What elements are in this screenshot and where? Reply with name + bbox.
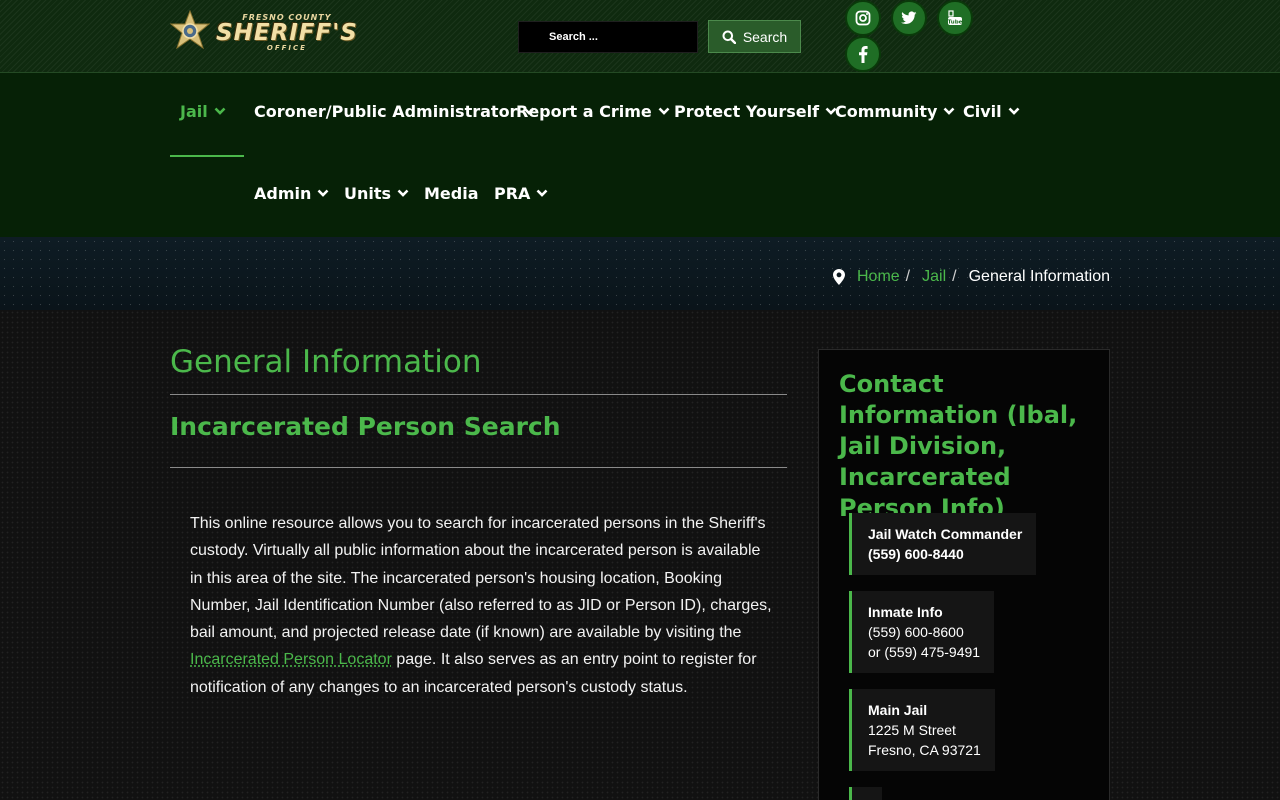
contact-card-address-city: Fresno, CA 93721	[868, 742, 981, 758]
contact-card-heading: Inmate Info	[868, 604, 943, 620]
chevron-down-icon	[944, 107, 955, 115]
chevron-down-icon	[317, 189, 329, 197]
chevron-down-icon	[397, 189, 409, 197]
twitter-button[interactable]	[891, 0, 927, 36]
nav-label: Report a Crime	[516, 101, 652, 121]
search-icon	[722, 30, 736, 44]
instagram-icon	[855, 10, 871, 26]
map-marker-icon	[832, 269, 845, 285]
contact-card-partial	[849, 787, 882, 800]
nav-item-coroner[interactable]: Coroner/Public Administrator	[254, 101, 535, 121]
breadcrumb-separator: /	[952, 268, 957, 285]
incarcerated-person-locator-link[interactable]: Incarcerated Person Locator	[190, 651, 392, 668]
nav-label: PRA	[494, 183, 531, 203]
nav-item-units[interactable]: Units	[344, 183, 409, 203]
chevron-down-icon	[1008, 107, 1020, 115]
section-title: Incarcerated Person Search	[170, 412, 561, 441]
main-nav: Jail Coroner/Public Administrator Report…	[0, 73, 1280, 237]
nav-label: Protect Yourself	[674, 101, 820, 121]
nav-item-media[interactable]: Media	[424, 183, 479, 203]
sidebar-title: Contact Information (Ibal, Jail Division…	[839, 370, 1078, 522]
nav-item-admin[interactable]: Admin	[254, 183, 329, 203]
title-divider	[170, 394, 787, 395]
youtube-icon: Tube	[948, 10, 963, 26]
intro-paragraph: This online resource allows you to searc…	[190, 510, 775, 701]
breadcrumb-current: General Information	[968, 268, 1110, 285]
nav-item-community[interactable]: Community	[835, 101, 955, 121]
facebook-button[interactable]	[845, 36, 881, 72]
logo-sheriffs-text: SHERIFF'S	[216, 20, 358, 46]
svg-text:Tube: Tube	[948, 20, 963, 26]
page-title: General Information	[170, 344, 482, 380]
facebook-icon	[859, 45, 868, 63]
nav-label: Civil	[963, 101, 1002, 121]
contact-card-watch-commander: Jail Watch Commander (559) 600-8440	[849, 513, 1037, 575]
chevron-down-icon	[214, 107, 226, 115]
nav-item-report-crime[interactable]: Report a Crime	[516, 101, 670, 121]
instagram-button[interactable]	[845, 0, 881, 36]
contact-card-heading: Main Jail	[868, 702, 928, 718]
nav-item-protect-yourself[interactable]: Protect Yourself	[674, 101, 837, 121]
section-divider	[170, 467, 787, 468]
youtube-button[interactable]: Tube	[937, 0, 973, 36]
breadcrumb-band: Home / Jail / General Information	[0, 237, 1280, 310]
twitter-icon	[901, 11, 917, 25]
nav-label: Units	[344, 183, 392, 203]
breadcrumb-home[interactable]: Home	[857, 268, 900, 286]
search-button[interactable]: Search	[708, 20, 801, 53]
breadcrumb-separator: /	[905, 268, 911, 285]
nav-item-jail[interactable]: Jail	[180, 101, 226, 121]
nav-label: Coroner/Public Administrator	[254, 101, 518, 121]
paragraph-text: This online resource allows you to searc…	[190, 515, 772, 642]
breadcrumb: Home / Jail / General Information	[832, 267, 1110, 287]
search-button-label: Search	[742, 28, 788, 45]
contact-card-main-jail: Main Jail 1225 M Street Fresno, CA 93721	[849, 689, 995, 771]
nav-label: Media	[424, 183, 479, 203]
nav-item-civil[interactable]: Civil	[963, 101, 1020, 121]
chevron-down-icon	[537, 189, 548, 197]
chevron-down-icon	[658, 107, 670, 115]
nav-item-pra[interactable]: PRA	[494, 183, 548, 203]
logo-office-text: OFFICE	[266, 44, 307, 52]
sheriff-star-icon	[170, 10, 210, 50]
top-bar: FRESNO COUNTY SHERIFF'S OFFICE Search Tu…	[0, 0, 1280, 73]
contact-card-phone[interactable]: (559) 600-8600	[868, 622, 980, 642]
contact-card-heading: Jail Watch Commander	[868, 526, 1023, 542]
breadcrumb-jail[interactable]: Jail	[922, 268, 946, 286]
search-input[interactable]	[518, 21, 698, 53]
contact-card-phone-alt[interactable]: or (559) 475-9491	[868, 642, 980, 662]
contact-sidebar: Contact Information (Ibal, Jail Division…	[818, 349, 1110, 800]
sheriff-logo[interactable]: FRESNO COUNTY SHERIFF'S OFFICE	[170, 8, 385, 58]
active-nav-indicator	[170, 155, 244, 157]
contact-card-address-street: 1225 M Street	[868, 722, 956, 738]
nav-label: Community	[835, 101, 938, 121]
nav-label: Jail	[180, 101, 208, 121]
contact-card-phone[interactable]: (559) 600-8440	[868, 544, 1022, 564]
nav-label: Admin	[254, 183, 312, 203]
contact-card-inmate-info: Inmate Info (559) 600-8600 or (559) 475-…	[849, 591, 995, 673]
